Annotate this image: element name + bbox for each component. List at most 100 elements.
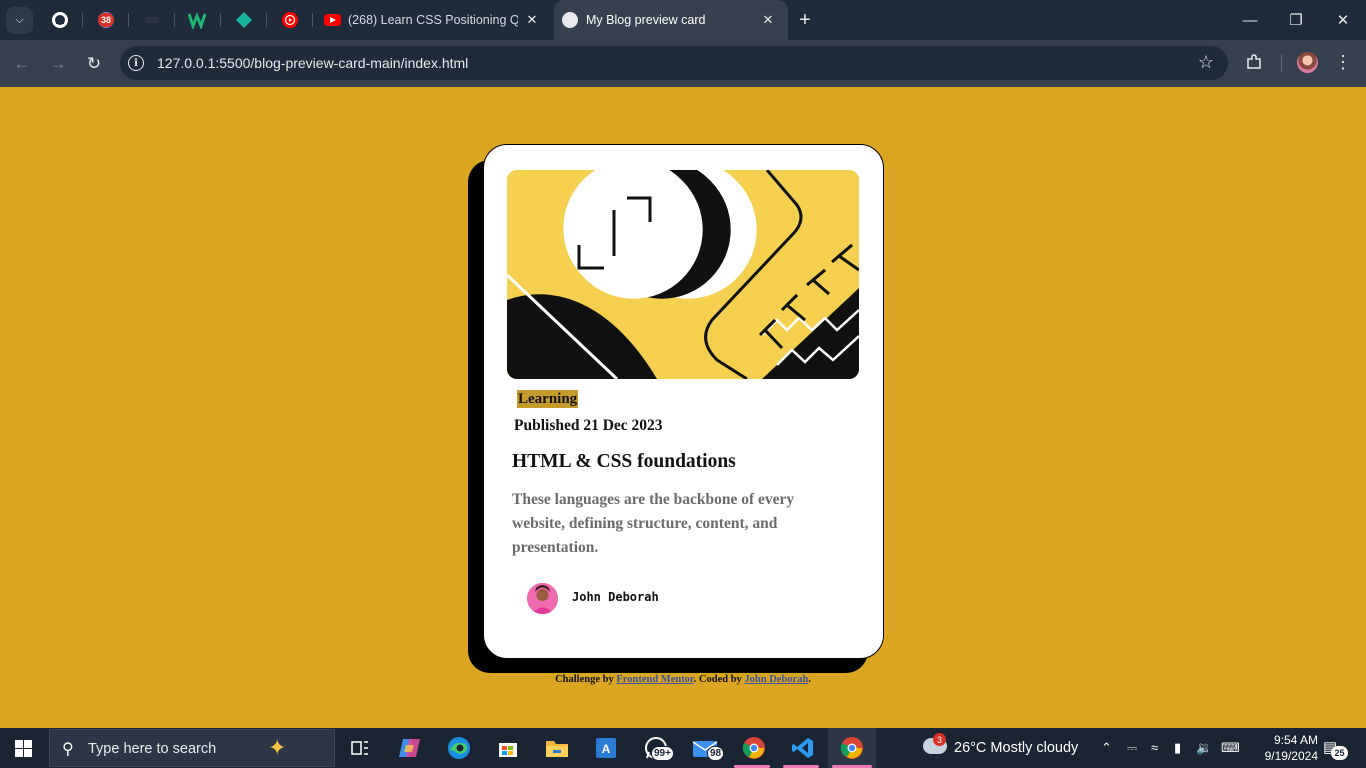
profile-avatar[interactable] <box>1297 52 1318 73</box>
extensions-icon[interactable] <box>1244 52 1264 72</box>
browser-toolbar: ← → ↻ i 127.0.0.1:5500/blog-preview-card… <box>0 40 1366 87</box>
keyboard-icon[interactable]: ⌨ <box>1221 740 1240 756</box>
clock-time: 9:54 AM <box>1273 733 1318 747</box>
copilot-icon <box>399 739 420 757</box>
copilot-app[interactable] <box>396 734 424 762</box>
card-description: These languages are the backbone of ever… <box>512 491 795 556</box>
microsoft-store-icon <box>499 743 517 757</box>
svg-text:A: A <box>602 742 611 756</box>
attribution-middle: . Coded by <box>693 674 745 685</box>
pinned-tab-yt-music[interactable] <box>279 9 301 31</box>
windows-start-icon[interactable] <box>15 740 32 757</box>
weather-text: 26°C Mostly cloudy <box>954 740 1079 756</box>
address-bar[interactable]: i 127.0.0.1:5500/blog-preview-card-main/… <box>120 46 1228 80</box>
url-text[interactable]: 127.0.0.1:5500/blog-preview-card-main/in… <box>157 55 468 71</box>
battery-icon[interactable]: ▮ <box>1174 740 1181 756</box>
author-link[interactable]: John Deborah <box>744 674 808 685</box>
pinned-tab-github[interactable] <box>49 9 71 31</box>
close-icon[interactable]: ✕ <box>760 12 776 28</box>
arrow-right-icon: → <box>49 54 67 73</box>
taskbar-search-box[interactable]: ⚲ Type here to search ✦ <box>49 729 335 767</box>
youtube-music-icon <box>282 12 298 28</box>
teal-diamond-icon <box>236 12 252 28</box>
usb-icon[interactable]: ⎓ <box>1127 740 1137 756</box>
notification-center-button[interactable]: ▤ 25 <box>1323 738 1348 760</box>
chrome-app[interactable] <box>740 734 768 762</box>
pinned-tab-w[interactable] <box>187 9 209 31</box>
tab-separator <box>128 13 129 27</box>
pinned-tab-diamond[interactable] <box>233 9 255 31</box>
page-body: Learning Published 21 Dec 2023 HTML & CS… <box>0 87 1366 728</box>
restore-button[interactable]: ❐ <box>1284 8 1308 32</box>
github-icon <box>52 12 68 28</box>
category-tag: Learning <box>517 390 579 408</box>
minimize-button[interactable]: — <box>1238 8 1262 32</box>
whatsapp-badge: 99+ <box>651 746 674 761</box>
chevron-up-icon[interactable]: ⌃ <box>1101 740 1112 756</box>
blog-preview-card: Learning Published 21 Dec 2023 HTML & CS… <box>483 144 884 659</box>
system-clock[interactable]: 9:54 AM 9/19/2024 <box>1246 732 1318 764</box>
back-button[interactable]: ← <box>10 52 34 76</box>
word-app[interactable]: A <box>592 734 620 762</box>
edge-app[interactable] <box>445 734 473 762</box>
sparkle-icon: ✦ <box>268 735 287 760</box>
forward-button[interactable]: → <box>46 52 70 76</box>
new-tab-button[interactable]: + <box>794 9 816 31</box>
store-app[interactable] <box>494 734 522 762</box>
youtube-icon <box>324 14 341 26</box>
tab-separator <box>266 13 267 27</box>
tab-separator <box>312 13 313 27</box>
tab-separator <box>82 13 83 27</box>
volume-icon[interactable]: 🔉 <box>1196 740 1212 756</box>
tab-title: My Blog preview card <box>586 13 706 27</box>
vscode-app[interactable] <box>789 734 817 762</box>
tab-youtube-css[interactable]: (268) Learn CSS Positioning Qu ✕ <box>316 0 552 40</box>
globe-icon <box>562 12 578 28</box>
mail-badge: 98 <box>707 746 725 761</box>
word-icon: A <box>596 738 616 758</box>
toolbar-separator <box>1281 54 1282 72</box>
tab-strip: ⌵ 38 (268) Learn CSS Positioning Qu ✕ My… <box>0 0 1366 40</box>
tab-title: (268) Learn CSS Positioning Qu <box>348 13 518 27</box>
pinned-tab-badge: 38 <box>98 13 114 27</box>
chrome-icon <box>742 737 765 759</box>
close-window-button[interactable]: ✕ <box>1331 8 1355 32</box>
frontend-mentor-link[interactable]: Frontend Mentor <box>616 674 693 685</box>
tab-search-button[interactable]: ⌵ <box>6 7 33 34</box>
vscode-icon <box>792 738 813 758</box>
tab-separator <box>174 13 175 27</box>
reload-button[interactable]: ↻ <box>82 52 106 76</box>
card-illustration <box>507 170 859 379</box>
search-icon: ⚲ <box>62 741 74 758</box>
card-title[interactable]: HTML & CSS foundations <box>512 451 736 473</box>
author-name: John Deborah <box>572 590 659 604</box>
author-avatar <box>527 583 558 614</box>
folder-icon <box>546 741 568 757</box>
chrome-active-app[interactable] <box>838 734 866 762</box>
weather-badge: 3 <box>933 733 946 746</box>
windows-taskbar: ⚲ Type here to search ✦ A 99+ 98 3 26°C … <box>0 728 1366 768</box>
edge-icon <box>448 737 470 759</box>
task-view-icon <box>351 741 368 755</box>
dark-site-icon <box>145 17 159 23</box>
weather-widget[interactable]: 3 26°C Mostly cloudy <box>921 733 1081 760</box>
close-icon[interactable]: ✕ <box>524 12 540 28</box>
pinned-tab-dark-site[interactable] <box>141 9 163 31</box>
chrome-icon <box>840 737 863 759</box>
tab-separator <box>220 13 221 27</box>
wifi-icon[interactable]: ≈ <box>1151 740 1158 755</box>
task-view-button[interactable] <box>346 734 374 762</box>
tab-blog-preview[interactable]: My Blog preview card ✕ <box>554 0 788 40</box>
reload-icon: ↻ <box>86 54 102 73</box>
search-placeholder: Type here to search <box>88 741 217 757</box>
bookmark-star-icon[interactable]: ☆ <box>1198 52 1214 73</box>
file-explorer-app[interactable] <box>543 734 571 762</box>
site-info-icon[interactable]: i <box>128 55 144 71</box>
arrow-left-icon: ← <box>13 54 31 73</box>
chevron-down-icon: ⌵ <box>15 14 24 26</box>
publish-date: Published 21 Dec 2023 <box>514 417 663 434</box>
w-logo-icon <box>188 11 207 29</box>
browser-menu-button[interactable]: ⋮ <box>1334 51 1352 73</box>
attribution-prefix: Challenge by <box>555 674 617 685</box>
notification-count: 25 <box>1331 746 1348 760</box>
